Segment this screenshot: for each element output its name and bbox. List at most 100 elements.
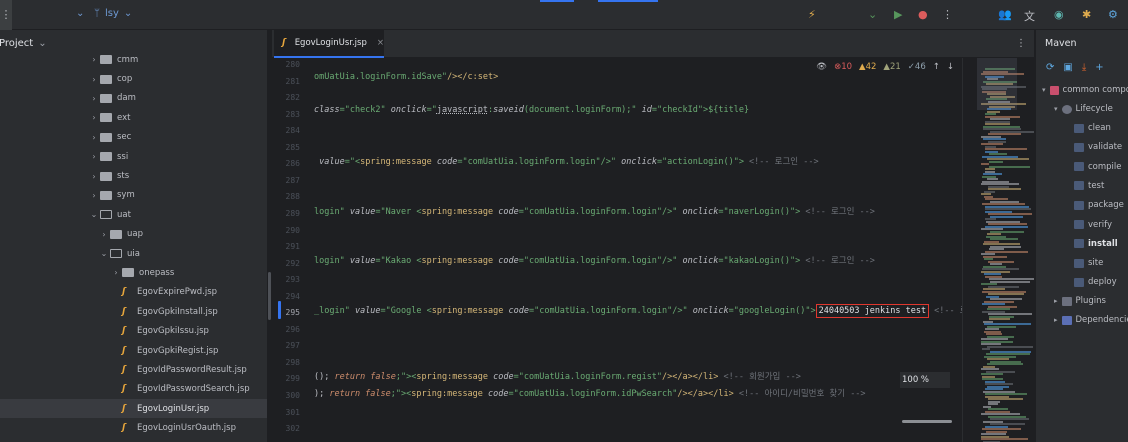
tree-folder-item[interactable]: › sym (0, 186, 267, 205)
inspection-widget[interactable]: 👁 ⊗10 ▲42 ▲21 ✓46 ↑ ↓ (816, 62, 954, 72)
tree-folder-item[interactable]: ⌄ uat (0, 205, 267, 224)
code-minimap[interactable] (962, 58, 1034, 442)
project-scrollbar[interactable] (268, 272, 271, 320)
tree-folder-item[interactable]: › dam (0, 89, 267, 108)
next-highlight-icon[interactable]: ↓ (947, 62, 954, 72)
chevron-right-icon[interactable]: › (88, 113, 100, 122)
chevron-right-icon[interactable]: › (88, 94, 100, 103)
project-panel-header[interactable]: Project ⌄ (0, 38, 47, 49)
vcs-chevron-icon[interactable]: ⌄ (76, 8, 84, 19)
run-icon[interactable]: ▶ (894, 8, 902, 21)
folder-icon (100, 190, 112, 200)
close-icon[interactable]: × (377, 38, 384, 48)
tab-egovloginusr[interactable]: ʃ EgovLoginUsr.jsp × (274, 30, 384, 58)
line-number: 294 (285, 291, 300, 301)
tree-file-item[interactable]: ʃ EgovGpkiIssu.jsp (0, 321, 267, 340)
chevron-down-icon[interactable]: ⌄ (88, 210, 100, 219)
chevron-down-icon[interactable]: ⌄ (98, 249, 110, 258)
tree-file-item[interactable]: ʃ EgovLoginUsrOauth.jsp (0, 418, 267, 437)
tree-folder-item[interactable]: › cop (0, 69, 267, 88)
tree-file-item[interactable]: ʃ EgovExpirePwd.jsp (0, 283, 267, 302)
chevron-right-icon[interactable]: › (88, 152, 100, 161)
reader-mode-icon[interactable]: 👁 (816, 62, 827, 72)
translate-icon[interactable]: 文 (1024, 8, 1035, 24)
code-line-292: login" value="Kakao <spring:message code… (314, 256, 875, 266)
tabs-more-icon[interactable]: ⋮ (1016, 38, 1026, 49)
tree-folder-item[interactable]: › onepass (0, 263, 267, 282)
reload-icon[interactable]: ⟳ (1046, 62, 1054, 73)
maven-panel-title: Maven (1045, 38, 1077, 49)
weak-warnings-count[interactable]: ▲21 (883, 62, 900, 72)
plugins-label: Plugins (1075, 296, 1106, 306)
maven-plugins-node[interactable]: ▸ Plugins (1054, 296, 1106, 306)
maven-goal-test[interactable]: test (1074, 181, 1104, 191)
run-config-icon[interactable]: ⚡ (808, 8, 816, 21)
tree-file-item[interactable]: ʃ EgovIdPasswordSearch.jsp (0, 380, 267, 399)
run-config-chevron-icon[interactable]: ⌄ (868, 8, 877, 21)
tree-folder-item[interactable]: › ext (0, 108, 267, 127)
warnings-count[interactable]: ▲42 (859, 62, 876, 72)
maven-goal-package[interactable]: package (1074, 200, 1124, 210)
horizontal-scrollbar[interactable] (902, 420, 952, 423)
main-menu-icon[interactable]: ⋮ (0, 0, 12, 30)
tree-item-label: EgovGpkiRegist.jsp (137, 345, 219, 356)
minimap-line (989, 165, 1030, 168)
maven-goal-validate[interactable]: validate (1074, 142, 1122, 152)
copilot-icon[interactable]: ◉ (1054, 8, 1064, 21)
tree-item-label: EgovLoginUsrOauth.jsp (137, 423, 236, 434)
previous-highlight-icon[interactable]: ↑ (933, 62, 940, 72)
code-editor[interactable]: 280 281 282 283 284 285 286 287 288 289 290 291 292 2… (272, 58, 962, 442)
chevron-right-icon[interactable]: › (98, 230, 110, 239)
chevron-right-icon[interactable]: › (88, 133, 100, 142)
tools-icon[interactable]: ✱ (1082, 8, 1091, 21)
errors-count[interactable]: ⊗10 (834, 62, 852, 72)
collab-icon[interactable]: 👥 (998, 8, 1012, 21)
tree-folder-item[interactable]: › sec (0, 128, 267, 147)
maven-project-node[interactable]: ▾ common compo (1042, 85, 1128, 95)
minimap-viewport[interactable] (977, 58, 1017, 110)
chevron-right-icon[interactable]: › (88, 191, 100, 200)
maven-lifecycle-node[interactable]: ▾ Lifecycle (1054, 104, 1113, 114)
settings-icon[interactable]: ⚙ (1108, 8, 1118, 21)
line-number: 292 (285, 258, 300, 268)
line-number: 289 (285, 208, 300, 218)
tree-item-label: cmm (117, 54, 139, 65)
maven-dependencies-node[interactable]: ▸ Dependencies (1054, 315, 1128, 325)
tree-file-item[interactable]: ʃ EgovIdPasswordResult.jsp (0, 360, 267, 379)
download-icon[interactable]: ⤓ (1082, 62, 1086, 73)
more-actions-icon[interactable]: ⋮ (942, 8, 953, 21)
dependencies-label: Dependencies (1075, 315, 1128, 325)
chevron-right-icon[interactable]: › (88, 75, 100, 84)
zoom-indicator[interactable]: 100 % (900, 372, 950, 388)
maven-goal-deploy[interactable]: deploy (1074, 277, 1117, 287)
maven-goal-install[interactable]: install (1074, 239, 1118, 249)
maven-goal-compile[interactable]: compile (1074, 162, 1122, 172)
chevron-right-icon[interactable]: › (88, 55, 100, 64)
chevron-right-icon[interactable]: › (88, 172, 100, 181)
branch-selector[interactable]: ᛘ lsy ⌄ (94, 8, 132, 19)
tree-file-item[interactable]: ʃ EgovGpkiRegist.jsp (0, 341, 267, 360)
add-project-icon[interactable]: ▣ (1063, 62, 1072, 73)
tree-file-item[interactable]: ʃ EgovGpkiInstall.jsp (0, 302, 267, 321)
tree-folder-item[interactable]: ⌄ uia (0, 244, 267, 263)
chevron-right-icon[interactable]: › (110, 268, 122, 277)
code-line-286: value="<spring:message code="comUatUia.l… (314, 157, 819, 167)
weak-warnings-value: 21 (889, 62, 901, 72)
tree-folder-item[interactable]: › ssi (0, 147, 267, 166)
maven-goal-label: verify (1088, 219, 1112, 230)
maven-goal-site[interactable]: site (1074, 258, 1103, 268)
tree-folder-item[interactable]: › sts (0, 166, 267, 185)
typos-count[interactable]: ✓46 (908, 62, 926, 72)
folder-icon (100, 132, 112, 142)
chevron-down-icon: ⌄ (38, 38, 47, 49)
tab-label: EgovLoginUsr.jsp (294, 38, 367, 48)
tree-folder-item[interactable]: › uap (0, 225, 267, 244)
debug-icon[interactable]: ● (918, 8, 928, 21)
tree-item-label: uap (127, 229, 143, 240)
folder-icon (100, 171, 112, 181)
tree-folder-item[interactable]: › cmm (0, 50, 267, 69)
tree-file-item[interactable]: ʃ EgovLoginUsr.jsp (0, 399, 267, 419)
add-icon[interactable]: + (1095, 62, 1103, 73)
maven-goal-verify[interactable]: verify (1074, 220, 1112, 230)
maven-goal-clean[interactable]: clean (1074, 123, 1111, 133)
